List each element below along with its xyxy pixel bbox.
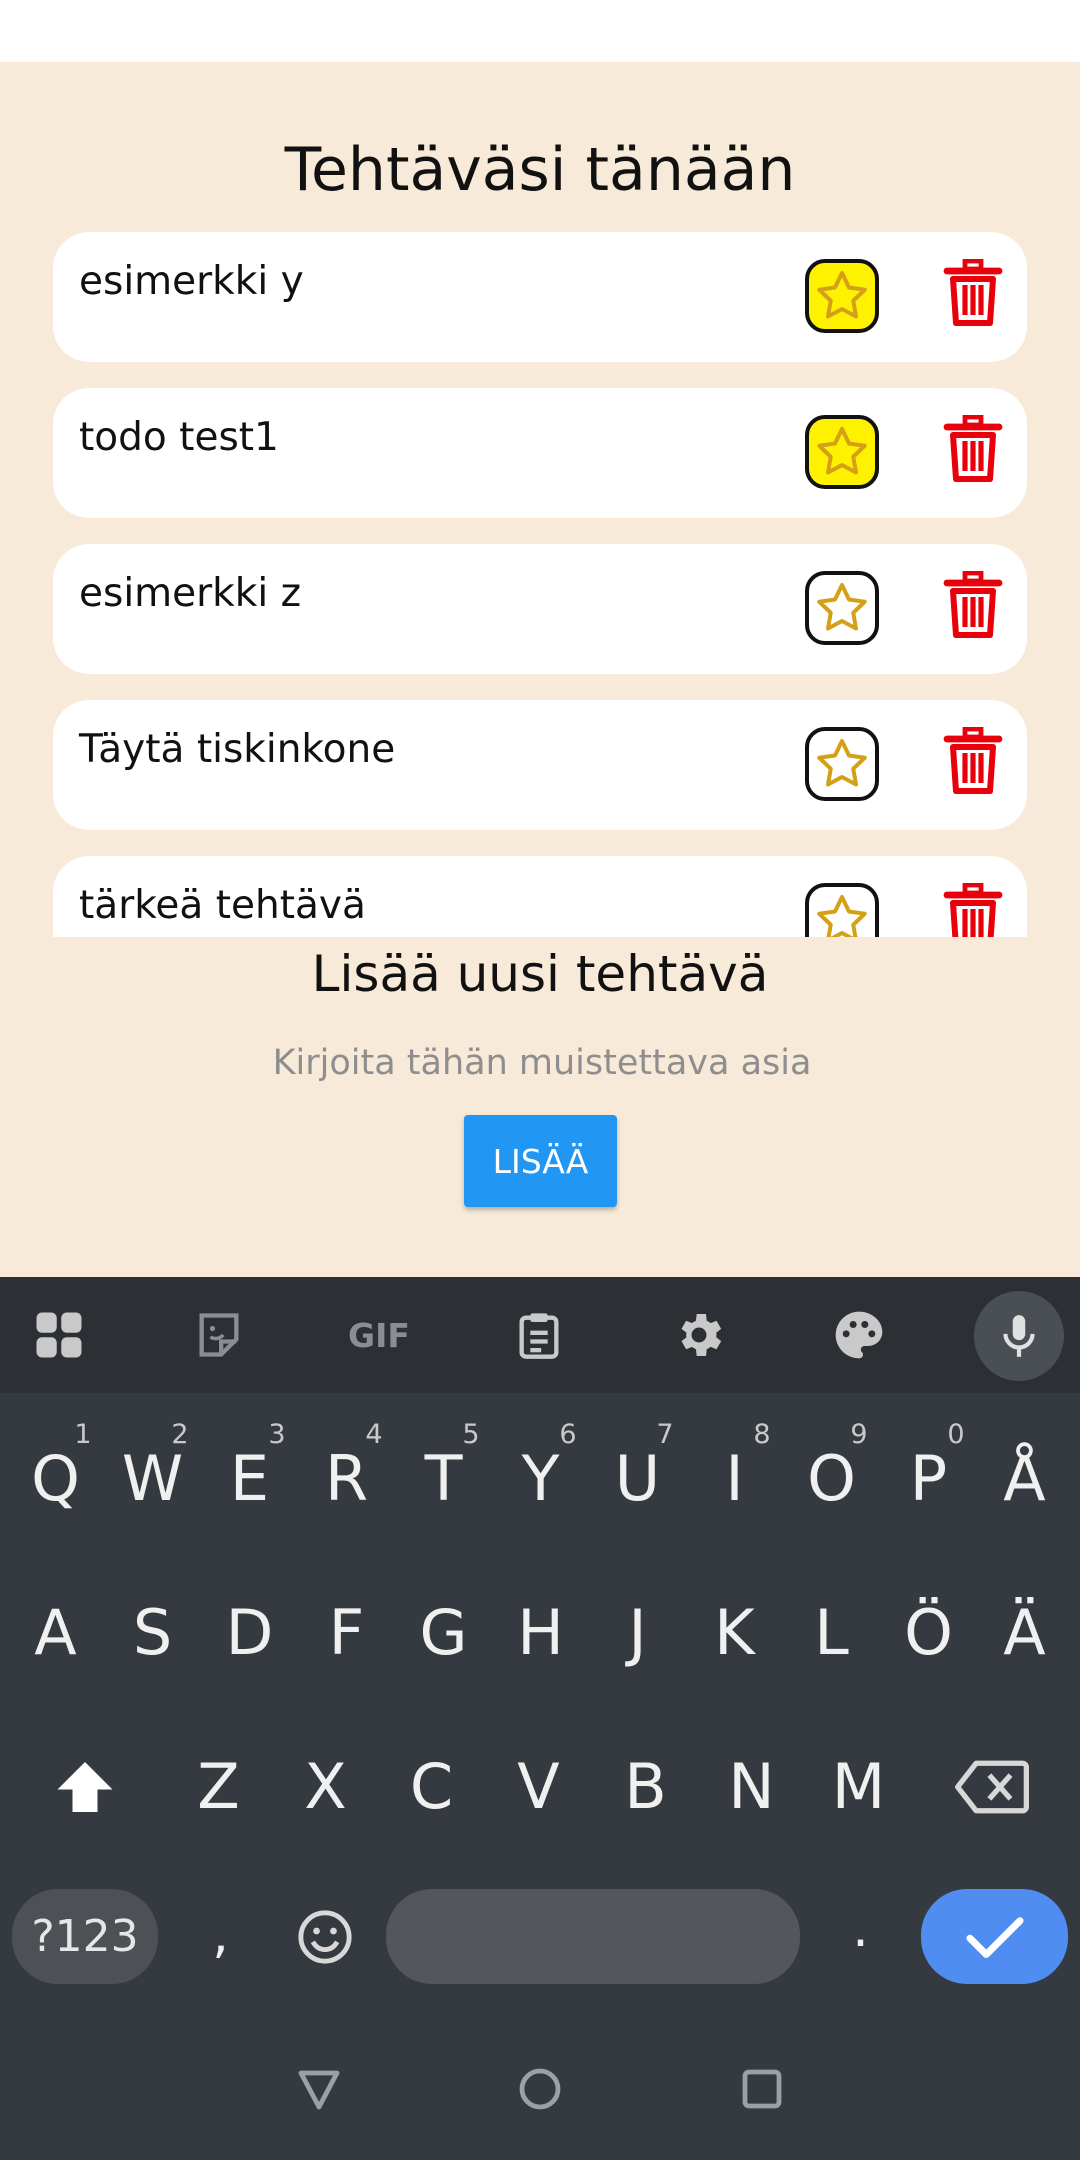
favorite-toggle-button[interactable] — [805, 727, 879, 801]
sticker-icon[interactable] — [189, 1305, 249, 1365]
key-l[interactable]: L — [783, 1593, 880, 1673]
checkmark-icon — [966, 1916, 1023, 1958]
mic-button[interactable] — [974, 1291, 1064, 1381]
todo-item[interactable]: todo test1 — [53, 388, 1027, 518]
key-f[interactable]: F — [298, 1593, 395, 1673]
palette-icon[interactable] — [829, 1305, 889, 1365]
favorite-toggle-button[interactable] — [805, 259, 879, 333]
key-i[interactable]: I — [686, 1439, 783, 1519]
status-bar — [0, 0, 1080, 62]
trash-icon — [943, 882, 1003, 937]
key-a-umlaut[interactable]: Ä — [976, 1593, 1073, 1673]
key-a-ring[interactable]: Å — [976, 1439, 1073, 1519]
add-task-heading: Lisää uusi tehtävä — [311, 945, 769, 1003]
key-j[interactable]: J — [589, 1593, 686, 1673]
keyboard-toolbar: GIF — [0, 1277, 1080, 1393]
back-triangle-icon — [298, 2070, 340, 2110]
key-k[interactable]: K — [686, 1593, 783, 1673]
todo-item[interactable]: esimerkki z — [53, 544, 1027, 674]
key-x[interactable]: X — [277, 1747, 374, 1827]
star-icon — [817, 427, 867, 475]
backspace-icon — [955, 1760, 1029, 1814]
gif-label: GIF — [348, 1315, 410, 1355]
key-q[interactable]: Q — [7, 1439, 104, 1519]
key-r[interactable]: R — [298, 1439, 395, 1519]
key-v[interactable]: V — [490, 1747, 587, 1827]
todo-item-text: Täytä tiskinkone — [79, 727, 396, 772]
key-t[interactable]: T — [395, 1439, 492, 1519]
key-a[interactable]: A — [7, 1593, 104, 1673]
add-task-button[interactable]: LISÄÄ — [464, 1115, 617, 1207]
key-h[interactable]: H — [492, 1593, 589, 1673]
comma-key[interactable]: , — [172, 1895, 269, 1975]
star-icon — [817, 739, 867, 787]
delete-button[interactable] — [943, 414, 1003, 483]
enter-key[interactable] — [921, 1889, 1068, 1984]
delete-button[interactable] — [943, 882, 1003, 937]
new-task-input[interactable] — [140, 1032, 944, 1094]
trash-icon — [943, 414, 1003, 482]
trash-icon — [943, 570, 1003, 638]
apps-icon[interactable] — [29, 1305, 89, 1365]
settings-icon[interactable] — [669, 1305, 729, 1365]
trash-icon — [943, 726, 1003, 794]
page-title: Tehtäväsi tänään — [284, 135, 796, 205]
app-screen: Tehtäväsi tänään esimerkki y todo test1 … — [0, 62, 1080, 1277]
todo-item-text: esimerkki y — [79, 259, 304, 304]
todo-item[interactable]: esimerkki y — [53, 232, 1027, 362]
todo-item-text: todo test1 — [79, 415, 279, 460]
key-n[interactable]: N — [703, 1747, 800, 1827]
key-c[interactable]: C — [383, 1747, 480, 1827]
delete-button[interactable] — [943, 258, 1003, 327]
space-key[interactable] — [386, 1889, 800, 1984]
shift-key[interactable] — [50, 1747, 120, 1827]
key-e[interactable]: E — [201, 1439, 298, 1519]
backspace-key[interactable] — [952, 1752, 1032, 1822]
star-icon — [817, 583, 867, 631]
key-s[interactable]: S — [104, 1593, 201, 1673]
emoji-key[interactable] — [290, 1902, 360, 1972]
home-nav-button[interactable] — [518, 2067, 562, 2115]
trash-icon — [943, 258, 1003, 326]
gif-icon[interactable]: GIF — [339, 1305, 419, 1365]
star-icon — [817, 271, 867, 319]
key-z[interactable]: Z — [170, 1747, 267, 1827]
todo-list[interactable]: esimerkki y todo test1 esimerkki z Täytä… — [0, 232, 1080, 937]
key-m[interactable]: M — [810, 1747, 907, 1827]
key-w[interactable]: W — [104, 1439, 201, 1519]
todo-item-text: tärkeä tehtävä — [79, 883, 366, 928]
key-y[interactable]: Y — [492, 1439, 589, 1519]
delete-button[interactable] — [943, 726, 1003, 795]
todo-item[interactable]: Täytä tiskinkone — [53, 700, 1027, 830]
todo-item[interactable]: tärkeä tehtävä — [53, 856, 1027, 937]
delete-button[interactable] — [943, 570, 1003, 639]
favorite-toggle-button[interactable] — [805, 415, 879, 489]
key-d[interactable]: D — [201, 1593, 298, 1673]
star-icon — [817, 895, 867, 937]
favorite-toggle-button[interactable] — [805, 883, 879, 937]
emoji-icon — [298, 1910, 352, 1964]
back-nav-button[interactable] — [297, 2067, 341, 2115]
favorite-toggle-button[interactable] — [805, 571, 879, 645]
key-u[interactable]: U — [589, 1439, 686, 1519]
key-b[interactable]: B — [597, 1747, 694, 1827]
home-circle-icon — [519, 2068, 561, 2110]
key-p[interactable]: P — [880, 1439, 977, 1519]
period-key[interactable]: . — [812, 1889, 909, 1969]
key-o[interactable]: O — [783, 1439, 880, 1519]
recents-nav-button[interactable] — [740, 2067, 784, 2115]
key-g[interactable]: G — [395, 1593, 492, 1673]
mic-icon — [1003, 1315, 1035, 1357]
symbols-key[interactable]: ?123 — [12, 1889, 158, 1984]
clipboard-icon[interactable] — [509, 1305, 569, 1365]
todo-item-text: esimerkki z — [79, 571, 302, 616]
on-screen-keyboard: GIF 1 2 3 4 5 6 7 8 9 0 Q W E R T Y U I — [0, 1277, 1080, 2160]
shift-icon — [57, 1762, 113, 1812]
key-o-umlaut[interactable]: Ö — [880, 1593, 977, 1673]
recents-square-icon — [742, 2069, 782, 2109]
